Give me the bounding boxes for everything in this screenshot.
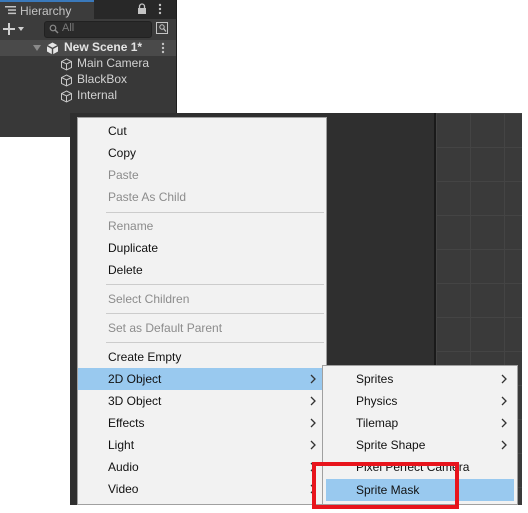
menu-item-audio[interactable]: Audio [78,456,326,478]
menu-separator [106,284,324,285]
menu-item-select-children[interactable]: Select Children [78,288,326,310]
menu-item-label: Video [108,482,139,496]
hierarchy-tab-bar: Hierarchy [0,0,176,19]
menu-item-duplicate[interactable]: Duplicate [78,237,326,259]
menu-item-label: Paste As Child [108,190,187,204]
menu-item-label: Copy [108,146,137,160]
context-menu: Cut Copy Paste Paste As Child Rename Dup… [77,117,327,505]
menu-item-label: Create Empty [108,350,182,364]
lock-icon[interactable] [137,3,147,15]
menu-item-label: Delete [108,263,143,277]
menu-item-video[interactable]: Video [78,478,326,500]
menu-item-label: Audio [108,460,139,474]
hierarchy-item[interactable]: Internal [0,88,176,104]
gameobject-cube-icon [61,90,72,103]
menu-item-label: Set as Default Parent [108,321,223,335]
foldout-arrow-icon[interactable] [33,44,41,52]
hierarchy-tab-label: Hierarchy [20,4,72,18]
menu-separator [106,313,324,314]
menu-separator [106,212,324,213]
gameobject-cube-icon [61,74,72,87]
menu-item-label: Tilemap [356,416,399,430]
menu-item-label: Sprite Shape [356,438,426,452]
unity-scene-icon [46,42,59,55]
menu-item-2d-object[interactable]: 2D Object [78,368,326,390]
annotation-highlight-box [312,462,459,509]
gameobject-label: Main Camera [77,56,150,70]
menu-item-label: Select Children [108,292,190,306]
submenu-arrow-icon [310,396,316,406]
hierarchy-toolbar: All [0,19,176,41]
menu-item-label: Physics [356,394,398,408]
list-icon [5,6,16,15]
menu-separator [106,342,324,343]
scene-name: New Scene 1* [64,40,143,54]
gameobject-cube-icon [61,58,72,71]
submenu-arrow-icon [501,396,507,406]
menu-item-light[interactable]: Light [78,434,326,456]
search-icon [49,24,59,34]
hierarchy-tab[interactable]: Hierarchy [0,0,94,19]
menu-item-label: Paste [108,168,139,182]
menu-item-delete[interactable]: Delete [78,259,326,281]
menu-item-create-empty[interactable]: Create Empty [78,346,326,368]
submenu-arrow-icon [310,440,316,450]
menu-item-copy[interactable]: Copy [78,142,326,164]
menu-item-label: Rename [108,219,154,233]
menu-item-label: Light [108,438,135,452]
menu-item-3d-object[interactable]: 3D Object [78,390,326,412]
panel-menu-icon[interactable] [157,3,163,15]
menu-item-label: Effects [108,416,145,430]
submenu-arrow-icon [310,374,316,384]
hierarchy-item[interactable]: Main Camera [0,56,176,72]
menu-item-set-default-parent[interactable]: Set as Default Parent [78,317,326,339]
scene-visibility-icon[interactable] [156,22,168,34]
submenu-item-tilemap[interactable]: Tilemap [323,412,517,434]
scene-menu-icon[interactable] [160,42,166,54]
gameobject-label: Internal [77,88,118,102]
submenu-item-sprites[interactable]: Sprites [323,368,517,390]
submenu-arrow-icon [501,440,507,450]
menu-item-cut[interactable]: Cut [78,120,326,142]
search-placeholder: All [62,22,75,34]
menu-item-paste-as-child[interactable]: Paste As Child [78,186,326,208]
menu-item-paste[interactable]: Paste [78,164,326,186]
menu-item-label: 2D Object [108,372,162,386]
hierarchy-item[interactable]: BlackBox [0,72,176,88]
submenu-item-physics[interactable]: Physics [323,390,517,412]
gameobject-label: BlackBox [77,72,128,86]
menu-item-label: Duplicate [108,241,159,255]
menu-item-effects[interactable]: Effects [78,412,326,434]
menu-item-label: Sprites [356,372,394,386]
menu-item-label: 3D Object [108,394,162,408]
submenu-arrow-icon [501,418,507,428]
menu-item-label: Cut [108,124,127,138]
submenu-arrow-icon [310,418,316,428]
submenu-item-sprite-shape[interactable]: Sprite Shape [323,434,517,456]
scene-row[interactable]: New Scene 1* [0,40,176,56]
menu-item-rename[interactable]: Rename [78,215,326,237]
submenu-arrow-icon [501,374,507,384]
add-dropdown-icon[interactable] [3,22,27,36]
search-input[interactable]: All [44,21,152,38]
